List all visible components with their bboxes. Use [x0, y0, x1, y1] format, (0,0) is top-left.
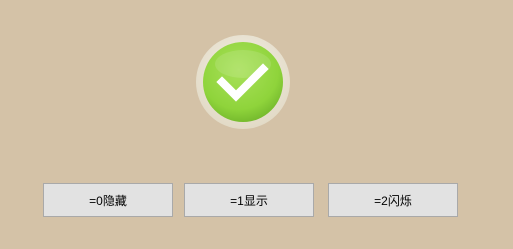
- checkmark-icon: [196, 35, 290, 129]
- status-indicator: [195, 34, 291, 130]
- hide-button[interactable]: =0隐藏: [43, 183, 173, 217]
- blink-button[interactable]: =2闪烁: [328, 183, 458, 217]
- show-button[interactable]: =1显示: [184, 183, 314, 217]
